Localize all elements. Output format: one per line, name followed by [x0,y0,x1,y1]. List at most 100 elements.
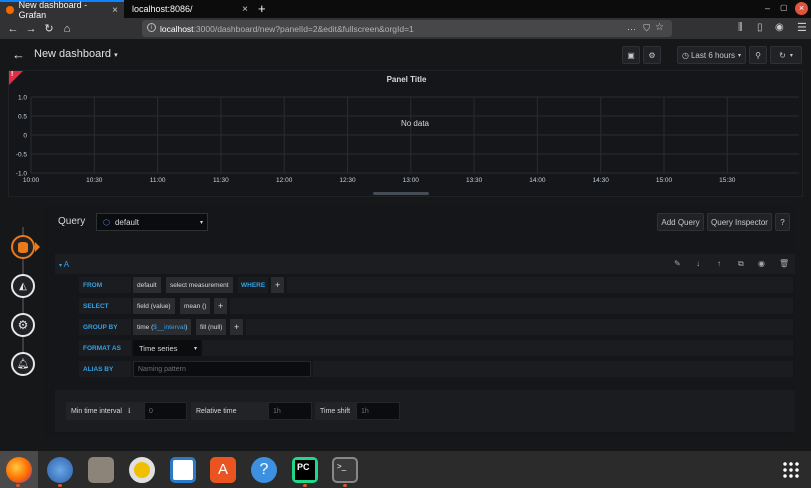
account-icon[interactable]: ◉ [775,22,784,33]
general-tab[interactable]: ⚙ [11,313,35,337]
info-icon[interactable]: i [147,23,156,32]
datasource-select[interactable]: ⬡ default ▾ [96,213,208,231]
visualization-tab[interactable]: ◭ [11,274,35,298]
relative-time-label: Relative time [191,402,268,420]
groupby-interval: $__interval [153,323,186,331]
time-shift-label: Time shift [315,402,356,420]
help-app-icon[interactable]: ? [251,457,277,483]
add-query-button[interactable]: Add Query [657,213,704,231]
show-apps-icon[interactable] [782,461,800,479]
software-app-icon[interactable]: A [210,457,236,483]
thunderbird-app-icon[interactable] [47,457,73,483]
move-up-icon[interactable]: ↑ [717,259,721,268]
query-row-header [55,254,795,274]
relative-time-input[interactable]: 1h [268,402,312,420]
clock-icon: ◷ [681,50,689,60]
alias-by-input[interactable]: Naming pattern [133,361,311,377]
trash-icon[interactable]: 🗑︎ [779,259,789,268]
home-icon[interactable]: ⌂ [58,23,76,35]
no-data-label: No data [401,119,430,128]
close-tab-icon[interactable]: × [112,5,118,16]
x-tick-label: 15:00 [656,177,673,184]
chart-area-icon: ◭ [19,280,27,292]
graph-panel: Panel Title ! 1.0 0.5 0 -0.5 -1.0 10:00 10:30 1… [8,70,803,197]
panel-resize-handle[interactable] [373,192,429,195]
alert-tab[interactable]: 🔔︎ [11,352,35,376]
sidebar-icon[interactable]: ▯ [757,22,763,33]
query-inspector-button[interactable]: Query Inspector [707,213,772,231]
select-label: SELECT [79,298,131,314]
running-indicator [343,484,347,487]
y-tick-label: 0.5 [18,114,27,121]
chevron-down-icon: ▾ [199,219,203,226]
min-interval-text: Min time interval [71,407,122,415]
reload-icon[interactable]: ↻ [40,22,58,35]
x-tick-label: 11:30 [213,177,229,184]
window-close-icon[interactable]: × [795,2,808,15]
format-as-select[interactable]: Time series ▾ [133,340,201,356]
menu-icon[interactable]: ☰ [797,21,807,34]
browser-tab-active[interactable]: New dashboard - Grafan × [0,0,124,20]
alias-by-label: ALIAS BY [79,361,131,377]
page-actions-icon[interactable]: ··· [627,24,636,34]
groupby-fill[interactable]: fill (null) [196,319,227,335]
rhythmbox-app-icon[interactable] [129,457,155,483]
chevron-down-icon: ▾ [789,52,793,59]
back-arrow-icon[interactable]: ← [12,47,25,62]
add-groupby-button[interactable]: + [230,319,244,335]
library-icon[interactable]: ⫼ [738,22,743,33]
add-select-button[interactable]: + [214,298,228,314]
pycharm-app-icon[interactable]: PC [292,457,318,483]
dashboard-title-text: New dashboard [34,48,112,60]
groupby-time-prefix: time ( [137,323,154,331]
url-bar[interactable]: i localhost:3000/dashboard/new?panelId=2… [142,20,672,37]
close-tab-icon[interactable]: × [242,4,248,15]
select-aggregation[interactable]: mean () [180,298,211,314]
duplicate-icon[interactable]: ⧉ [738,259,744,269]
time-shift-input[interactable]: 1h [356,402,400,420]
writer-app-icon[interactable] [170,457,196,483]
groupby-row-filler [246,319,793,335]
zoom-out-icon[interactable]: ⚲ [749,46,767,64]
firefox-tab-icon [6,6,14,14]
minimize-icon[interactable]: – [765,3,770,13]
chevron-down-icon: ▾ [738,52,742,59]
firefox-app-icon[interactable] [6,457,32,483]
eye-icon[interactable]: ◉ [758,259,765,268]
format-as-value: Time series [139,343,178,353]
from-policy[interactable]: default [133,277,161,293]
help-button[interactable]: ? [775,213,790,231]
query-ref-id[interactable]: ▾ A [59,260,69,269]
tab-label: localhost:8086/ [132,4,193,14]
x-tick-label: 10:00 [23,177,40,184]
format-row-filler [203,340,793,356]
edit-pencil-icon[interactable]: ✎ [674,259,681,268]
queries-tab[interactable] [11,235,35,259]
back-icon[interactable]: ← [4,23,22,35]
groupby-label: GROUP BY [79,319,131,335]
maximize-icon[interactable]: ▢ [780,3,788,12]
pocket-icon[interactable]: ⛉ [643,23,650,34]
x-tick-label: 11:00 [150,177,166,184]
settings-gear-icon[interactable]: ⚙ [643,46,661,64]
from-measurement[interactable]: select measurement [166,277,233,293]
move-down-icon[interactable]: ↓ [696,259,700,268]
time-range-picker[interactable]: ◷ Last 6 hours ▾ [677,46,746,64]
x-tick-label: 13:30 [466,177,483,184]
refresh-button[interactable]: ↻ ▾ [770,46,802,64]
dashboard-title[interactable]: New dashboard ▾ [34,48,118,60]
gear-icon: ⚙ [17,318,29,332]
browser-tab[interactable]: localhost:8086/ × [126,0,254,18]
min-interval-input[interactable]: 0 [144,402,187,420]
info-icon[interactable]: ℹ [128,407,131,415]
select-field[interactable]: field (value) [133,298,175,314]
refresh-icon: ↻ [779,50,786,60]
add-where-button[interactable]: + [271,277,285,293]
bookmark-star-icon[interactable]: ☆ [655,22,664,33]
groupby-time[interactable]: time ($__interval) [133,319,192,335]
forward-icon[interactable]: → [22,23,40,35]
terminal-app-icon[interactable]: >_ [332,457,358,483]
new-tab-button[interactable]: + [258,1,266,16]
files-app-icon[interactable] [88,457,114,483]
save-icon[interactable]: ▣ [622,46,640,64]
